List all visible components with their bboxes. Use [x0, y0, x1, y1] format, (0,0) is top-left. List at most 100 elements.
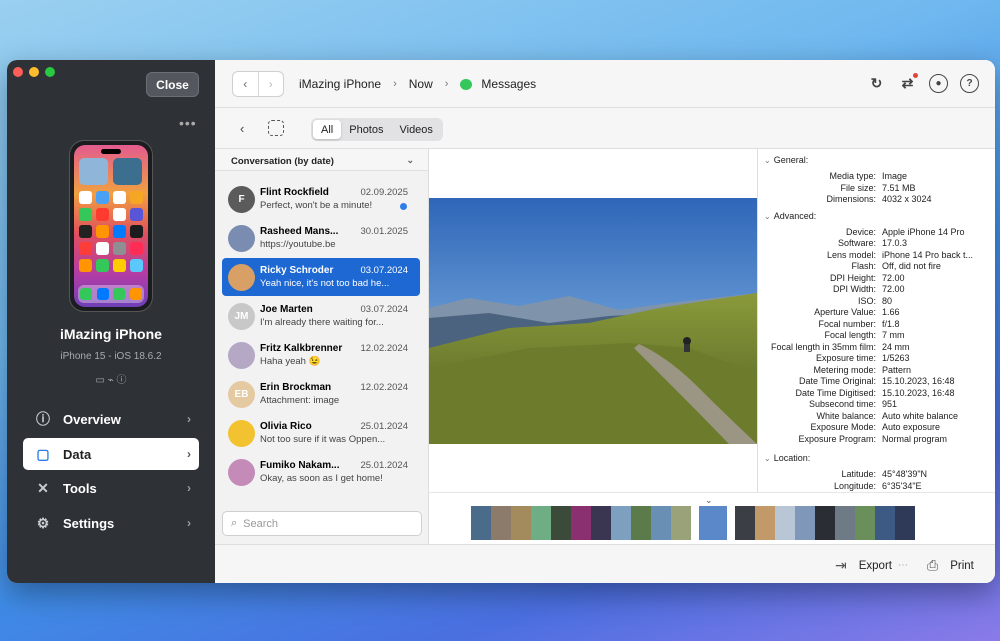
thumbnail[interactable] [551, 506, 571, 540]
disclosure-icon: ⌄ [764, 211, 771, 221]
thumbnail[interactable] [855, 506, 875, 540]
thumbnail[interactable] [531, 506, 551, 540]
account-icon[interactable]: ● [929, 74, 948, 93]
breadcrumb-backup[interactable]: Now [409, 77, 433, 91]
print-label: Print [950, 559, 974, 572]
sort-label: Conversation (by date) [231, 156, 334, 167]
metadata-row: Date Time Original: 15.10.2023, 16:48 [798, 376, 955, 386]
help-icon[interactable]: ? [960, 74, 979, 93]
conversation-date: 25.01.2024 [360, 421, 408, 432]
thumbnail[interactable] [511, 506, 531, 540]
metadata-row: DPI Height: 72.00 [829, 272, 905, 283]
section-advanced[interactable]: ⌄ Advanced: [758, 206, 995, 221]
print-button[interactable]: ⎙ Print [927, 557, 974, 574]
contact-name: Fumiko Nakam... [260, 460, 340, 471]
refresh-icon[interactable]: ↻ [867, 74, 886, 93]
thumbnail[interactable] [755, 506, 775, 540]
thumbnail[interactable] [491, 506, 511, 540]
device-name: iMazing iPhone [60, 326, 162, 342]
thumbnail[interactable] [775, 506, 795, 540]
thumbnail[interactable] [815, 506, 835, 540]
thumbnail[interactable] [631, 506, 651, 540]
thumbnail[interactable] [671, 506, 691, 540]
conversation-date: 03.07.2024 [360, 304, 408, 315]
message-preview: Yeah nice, it's not too bad he... [260, 278, 390, 289]
chevron-right-icon: › [393, 78, 397, 90]
breadcrumb-device[interactable]: iMazing iPhone [299, 77, 381, 91]
thumbnail[interactable] [735, 506, 755, 540]
chevron-down-icon[interactable]: ⌄ [705, 495, 713, 506]
conversation-item-selected[interactable]: Ricky Schroder 03.07.2024 Yeah nice, it'… [222, 258, 420, 296]
conversation-item[interactable]: Rasheed Mans... 30.01.2025 https://youtu… [222, 219, 420, 257]
sidebar-item-settings[interactable]: ⚙ Settings › [23, 507, 199, 539]
select-icon[interactable] [268, 120, 284, 136]
contact-name: Ricky Schroder [260, 265, 334, 276]
thumbnail[interactable] [835, 506, 855, 540]
forward-button[interactable]: › [257, 72, 284, 96]
sidebar-item-data[interactable]: ▢ Data › [23, 438, 199, 470]
chevron-left-icon[interactable]: ‹ [240, 121, 244, 136]
metadata-row: ISO: 80 [857, 295, 893, 306]
conversation-item[interactable]: JM Joe Marten 03.07.2024 I'm already the… [222, 297, 420, 335]
gear-icon: ⚙ [36, 514, 50, 531]
search-placeholder: Search [243, 517, 279, 530]
thumbnail[interactable] [471, 506, 491, 540]
conversation-item[interactable]: Fritz Kalkbrenner 12.02.2024 Haha yeah 😉 [222, 336, 420, 374]
metadata-row: File size: 7.51 MB [840, 182, 916, 193]
metadata-row: Device: Apple iPhone 14 Pro [845, 226, 965, 237]
close-window-button[interactable] [13, 67, 23, 77]
metadata-row: Flash: Off, did not fire [851, 261, 941, 271]
messages-icon [460, 78, 473, 90]
contact-name: Fritz Kalkbrenner [260, 343, 343, 354]
message-preview: Attachment: image [260, 395, 340, 406]
minimize-window-button[interactable] [29, 67, 39, 77]
info-icon: ⓘ [36, 411, 50, 427]
sidebar-item-overview[interactable]: ⓘ Overview › [23, 403, 199, 435]
section-general[interactable]: ⌄ General: [758, 149, 995, 165]
conversation-item[interactable]: Fumiko Nakam... 25.01.2024 Okay, as soon… [222, 453, 420, 491]
device-model: iPhone 15 - iOS 18.6.2 [60, 351, 162, 362]
export-button[interactable]: ⇥ Export ⋯ [835, 557, 908, 574]
breadcrumb-messages[interactable]: Messages [481, 77, 536, 91]
conversation-item[interactable]: Olivia Rico 25.01.2024 Not too sure if i… [222, 414, 420, 452]
sort-dropdown[interactable]: Conversation (by date) ⌄ [215, 149, 428, 171]
tab-photos[interactable]: Photos [341, 120, 391, 139]
thumbnail[interactable] [875, 506, 895, 540]
tab-all[interactable]: All [313, 120, 342, 139]
transfer-icon[interactable]: ⇄ [898, 73, 918, 93]
search-input[interactable]: ⌕ Search [222, 511, 422, 536]
metadata-row: Latitude: 45°48'39"N [841, 469, 928, 479]
thumbnail[interactable] [591, 506, 611, 540]
close-button[interactable]: Close [146, 72, 199, 97]
thumbnail[interactable] [895, 506, 915, 540]
sidebar-item-label: Tools [63, 480, 97, 496]
device-status-icons: ▭ ⌁ ⓘ [95, 375, 127, 386]
section-location[interactable]: ⌄ Location: [758, 445, 995, 463]
sidebar-item-tools[interactable]: ✕ Tools › [23, 472, 199, 504]
conversation-item[interactable]: F Flint Rockfield 02.09.2025 Perfect, wo… [222, 180, 420, 218]
conversation-date: 12.02.2024 [360, 343, 408, 354]
breadcrumb: iMazing iPhone › Now › Messages [299, 77, 536, 91]
more-icon[interactable]: ⋯ [898, 560, 908, 571]
thumbnail[interactable] [795, 506, 815, 540]
metadata-panel: ⌄ General: Media type: Image File size: 7.5… [758, 149, 995, 492]
bottom-bar: ⇥ Export ⋯ ⎙ Print [215, 544, 995, 583]
tab-videos[interactable]: Videos [391, 120, 440, 139]
top-icons: ↻ ⇄ ● ? [867, 73, 979, 93]
thumbnail-selected[interactable] [699, 506, 727, 540]
message-preview: Haha yeah 😉 [260, 356, 321, 367]
thumbnail[interactable] [651, 506, 671, 540]
export-icon: ⇥ [835, 557, 847, 573]
zoom-window-button[interactable] [45, 67, 55, 77]
thumbnail[interactable] [571, 506, 591, 540]
disclosure-icon: ⌄ [764, 156, 771, 165]
metadata-row: Metering mode: Pattern [813, 364, 912, 375]
contact-name: Rasheed Mans... [260, 226, 339, 237]
more-options-icon[interactable]: ••• [179, 115, 197, 131]
thumbnail[interactable] [611, 506, 631, 540]
app-window: Close ••• iMazing iPhone iPhone 15 - iOS… [7, 60, 995, 583]
conversation-item[interactable]: EB Erin Brockman 12.02.2024 Attachment: … [222, 375, 420, 413]
sidebar-item-label: Overview [63, 411, 121, 427]
back-button[interactable]: ‹ [233, 72, 258, 96]
metadata-row: Focal length: 7 mm [824, 330, 905, 340]
